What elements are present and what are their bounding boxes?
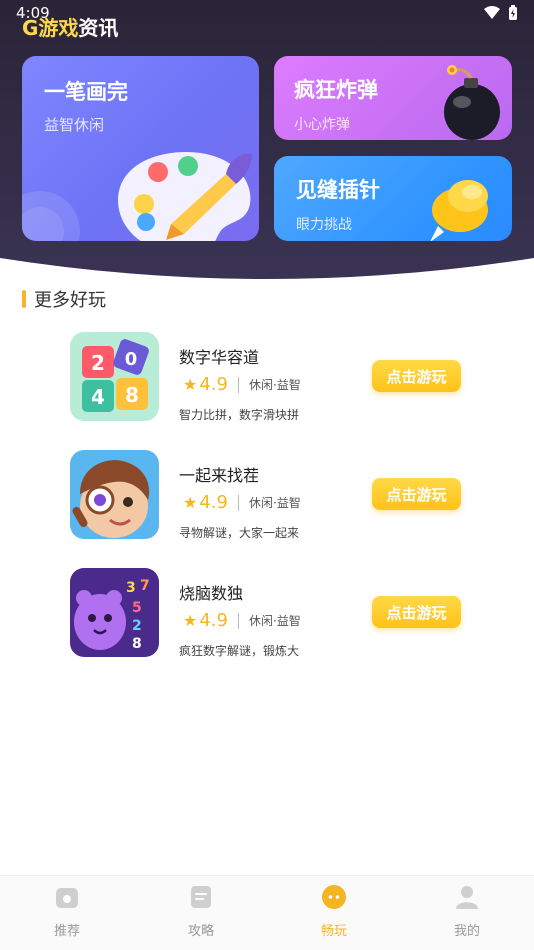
game-name: 烧脑数独 xyxy=(179,584,244,603)
nav-label: 推荐 xyxy=(53,924,80,939)
game-list-item[interactable]: 2 0 4 8 数字华容道 ★ 4.9 休闲·益智 智力比拼，数字滑块拼 点击游… xyxy=(70,332,470,422)
nav-label: 我的 xyxy=(453,924,480,939)
game-name: 一起来找茬 xyxy=(179,466,260,485)
bottom-nav: 推荐 攻略 畅玩 我的 xyxy=(0,875,534,950)
document-icon xyxy=(191,886,211,908)
svg-text:7: 7 xyxy=(140,578,150,594)
featured-card-one-stroke[interactable]: 一笔画完 益智休闲 xyxy=(22,56,259,241)
svg-text:3: 3 xyxy=(126,580,136,596)
rating-value: 4.9 xyxy=(199,374,228,395)
pushpin-icon xyxy=(430,180,488,241)
game-category: 休闲·益智 xyxy=(248,378,301,392)
section-accent-bar xyxy=(22,290,26,308)
game-list-item[interactable]: 3 7 5 2 8 烧脑数独 ★ 4.9 休闲·益智 疯狂数字解谜，锻炼大 点击… xyxy=(70,568,470,658)
game-rating: ★ 4.9 休闲·益智 xyxy=(183,374,301,395)
hero-header: 4:09 G游戏资讯 一笔画完 益智休闲 疯狂炸弹 小心炸弹 见缝插针 眼力挑战 xyxy=(0,0,534,290)
game-rating: ★ 4.9 休闲·益智 xyxy=(183,610,301,631)
game-category: 休闲·益智 xyxy=(248,496,301,510)
app-screen: 4:09 G游戏资讯 一笔画完 益智休闲 疯狂炸弹 小心炸弹 见缝插针 眼力挑战… xyxy=(0,0,534,950)
nav-item-profile[interactable]: 我的 xyxy=(427,884,507,939)
game-description: 智力比拼，数字滑块拼 xyxy=(179,408,300,422)
wifi-icon xyxy=(484,6,500,19)
game-category: 休闲·益智 xyxy=(248,614,301,628)
svg-text:5: 5 xyxy=(132,600,142,616)
game-icon-find-difference[interactable] xyxy=(70,450,159,539)
app-logo: G游戏资讯 xyxy=(22,12,118,41)
game-description: 寻物解谜，大家一起来 xyxy=(179,526,300,540)
featured-card-needle[interactable]: 见缝插针 眼力挑战 xyxy=(274,156,512,241)
rating-value: 4.9 xyxy=(199,610,228,631)
featured-card-title: 一笔画完 xyxy=(44,80,128,104)
play-button[interactable]: 点击游玩 xyxy=(372,596,461,628)
nav-label: 攻略 xyxy=(187,924,214,939)
status-icons xyxy=(484,5,518,21)
svg-text:8: 8 xyxy=(125,383,139,407)
svg-text:2: 2 xyxy=(91,351,105,375)
rating-divider xyxy=(237,612,239,629)
featured-card-title: 疯狂炸弹 xyxy=(294,78,378,102)
play-button[interactable]: 点击游玩 xyxy=(372,478,461,510)
rating-divider xyxy=(237,494,239,511)
palette-icon xyxy=(118,152,252,241)
bomb-icon xyxy=(444,65,500,140)
featured-card-title: 见缝插针 xyxy=(296,178,380,202)
nav-item-play[interactable]: 畅玩 xyxy=(294,884,374,939)
home-icon xyxy=(56,888,78,908)
star-icon: ★ xyxy=(183,611,198,630)
section-title: 更多好玩 xyxy=(34,290,106,311)
user-icon xyxy=(456,886,478,909)
nav-label: 畅玩 xyxy=(320,924,347,939)
featured-card-subtitle: 益智休闲 xyxy=(44,116,105,134)
svg-text:2: 2 xyxy=(132,618,142,634)
game-rating: ★ 4.9 休闲·益智 xyxy=(183,492,301,513)
game-controller-icon xyxy=(322,885,346,909)
rating-value: 4.9 xyxy=(199,492,228,513)
featured-card-subtitle: 眼力挑战 xyxy=(296,217,352,233)
svg-text:8: 8 xyxy=(132,636,142,652)
sudoku-icon: 3 7 5 2 8 xyxy=(70,568,159,657)
section-header: 更多好玩 xyxy=(22,287,106,311)
featured-card-crazy-bomb[interactable]: 疯狂炸弹 小心炸弹 xyxy=(274,56,512,140)
logo-main: 游戏 xyxy=(38,16,79,40)
svg-text:0: 0 xyxy=(125,349,138,370)
star-icon: ★ xyxy=(183,375,198,394)
rating-divider xyxy=(237,376,239,393)
game-icon-sudoku[interactable]: 3 7 5 2 8 xyxy=(70,568,159,657)
find-difference-icon xyxy=(70,450,159,539)
number-puzzle-icon: 2 0 4 8 xyxy=(70,332,159,421)
logo-icon: G xyxy=(22,16,39,40)
battery-icon xyxy=(509,5,517,20)
logo-accent: 资讯 xyxy=(78,16,119,40)
play-button[interactable]: 点击游玩 xyxy=(372,360,461,392)
game-list-item[interactable]: 一起来找茬 ★ 4.9 休闲·益智 寻物解谜，大家一起来 点击游玩 xyxy=(70,450,470,540)
game-description: 疯狂数字解谜，锻炼大 xyxy=(179,644,300,658)
svg-text:4: 4 xyxy=(91,385,105,409)
featured-card-subtitle: 小心炸弹 xyxy=(294,117,350,133)
game-name: 数字华容道 xyxy=(179,348,260,367)
game-icon-number-puzzle[interactable]: 2 0 4 8 xyxy=(70,332,159,421)
nav-item-guide[interactable]: 攻略 xyxy=(161,884,241,939)
nav-item-recommend[interactable]: 推荐 xyxy=(27,884,107,939)
star-icon: ★ xyxy=(183,493,198,512)
